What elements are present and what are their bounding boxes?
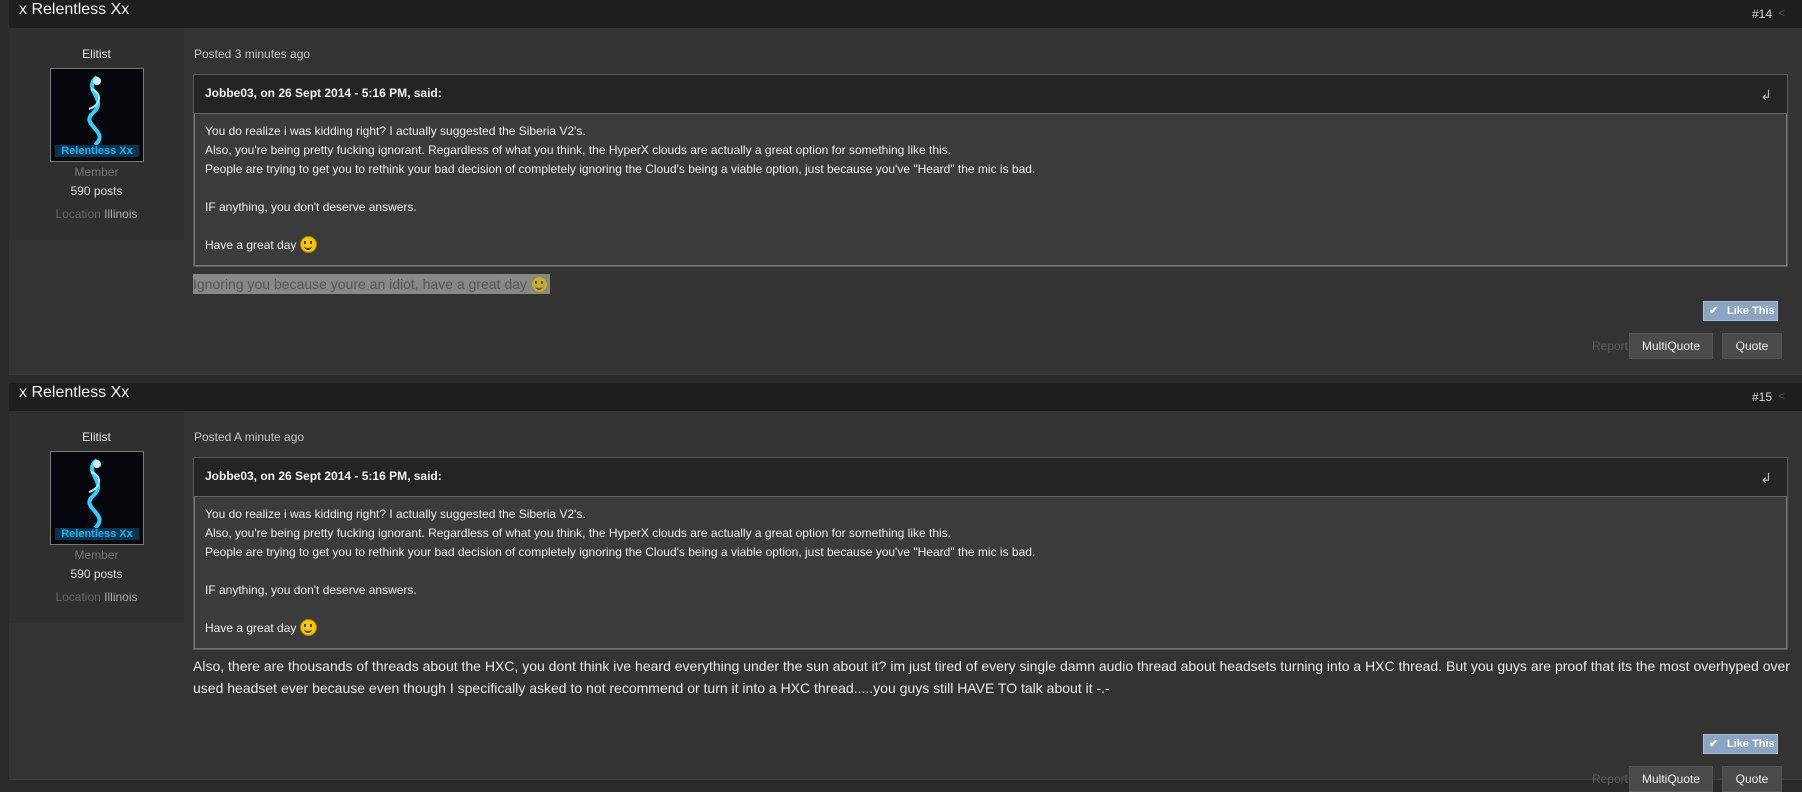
quote-text: You do realize i was kidding right? I ac… bbox=[205, 505, 1035, 638]
quote-line: IF anything, you don't deserve answers. bbox=[205, 583, 417, 597]
quote-arrow-icon[interactable]: ↲ bbox=[1760, 87, 1772, 104]
like-label: Like This bbox=[1727, 305, 1775, 317]
avatar-caption: Relentless Xx bbox=[55, 528, 139, 540]
quote-button[interactable]: Quote bbox=[1722, 333, 1782, 359]
quote-line bbox=[205, 600, 1035, 619]
quote-header: Jobbe03, on 26 Sept 2014 - 5:16 PM, said… bbox=[194, 458, 1787, 497]
author-name-link[interactable]: x Relentless Xx bbox=[19, 0, 129, 20]
post-header: x Relentless Xx #15 < bbox=[9, 383, 1802, 411]
like-label: Like This bbox=[1727, 738, 1775, 750]
share-icon[interactable]: < bbox=[1778, 6, 1790, 20]
quote-text: You do realize i was kidding right? I ac… bbox=[205, 122, 1035, 255]
post-count: 590 posts bbox=[70, 567, 123, 581]
author-info: Elitist Relentless Xx Member 590 posts L… bbox=[9, 28, 184, 240]
quote-line-text: Have a great day bbox=[205, 238, 297, 252]
quote-line-text: Have a great day bbox=[205, 621, 297, 635]
post-date: Posted 3 minutes ago bbox=[194, 47, 311, 61]
member-group: Member bbox=[74, 165, 119, 179]
quote-block: Jobbe03, on 26 Sept 2014 - 5:16 PM, said… bbox=[193, 457, 1788, 650]
quote-line bbox=[205, 179, 1035, 198]
multiquote-button[interactable]: MultiQuote bbox=[1629, 766, 1713, 792]
location-value: Illinois bbox=[104, 207, 138, 221]
member-group: Member bbox=[74, 548, 119, 562]
post-text: Also, there are thousands of threads abo… bbox=[193, 658, 1790, 696]
quote-line: Have a great day bbox=[205, 236, 1035, 255]
quote-line: People are trying to get you to rethink … bbox=[205, 545, 1036, 559]
quote-line: Also, you're being pretty fucking ignora… bbox=[205, 526, 952, 540]
quote-header: Jobbe03, on 26 Sept 2014 - 5:16 PM, said… bbox=[194, 75, 1787, 114]
quote-line bbox=[205, 562, 1035, 581]
quote-line: People are trying to get you to rethink … bbox=[205, 162, 1036, 176]
quote-citation: Jobbe03, on 26 Sept 2014 - 5:16 PM, said… bbox=[205, 86, 442, 100]
smiley-icon bbox=[300, 236, 318, 253]
multiquote-button[interactable]: MultiQuote bbox=[1629, 333, 1713, 359]
post-content: Ignoring you because youre an idiot, hav… bbox=[193, 274, 550, 294]
location-value: Illinois bbox=[104, 590, 138, 604]
location: Location Illinois bbox=[9, 590, 184, 604]
quote-button[interactable]: Quote bbox=[1722, 766, 1782, 792]
location-label: Location bbox=[55, 207, 101, 221]
report-link[interactable]: Report bbox=[1592, 772, 1628, 786]
post: x Relentless Xx #14 < Elitist Relentless… bbox=[9, 0, 1802, 375]
report-link[interactable]: Report bbox=[1592, 339, 1628, 353]
quote-line: Also, you're being pretty fucking ignora… bbox=[205, 143, 952, 157]
post: x Relentless Xx #15 < Elitist Relentless… bbox=[9, 383, 1802, 792]
quote-line: You do realize i was kidding right? I ac… bbox=[205, 507, 586, 521]
checkmark-icon: ✔ bbox=[1709, 305, 1719, 317]
author-rank: Elitist bbox=[82, 47, 111, 61]
quote-line: IF anything, you don't deserve answers. bbox=[205, 200, 417, 214]
quote-block: Jobbe03, on 26 Sept 2014 - 5:16 PM, said… bbox=[193, 74, 1788, 267]
author-name-link[interactable]: x Relentless Xx bbox=[19, 383, 129, 403]
avatar-caption: Relentless Xx bbox=[55, 145, 139, 157]
smiley-icon bbox=[300, 619, 318, 636]
avatar[interactable]: Relentless Xx bbox=[50, 451, 144, 545]
smiley-icon bbox=[530, 276, 548, 293]
author-rank: Elitist bbox=[82, 430, 111, 444]
post-text: Ignoring you because youre an idiot, hav… bbox=[193, 276, 527, 292]
post-count: 590 posts bbox=[70, 184, 123, 198]
quote-citation: Jobbe03, on 26 Sept 2014 - 5:16 PM, said… bbox=[205, 469, 442, 483]
quote-line: Have a great day bbox=[205, 619, 1035, 638]
quote-line: You do realize i was kidding right? I ac… bbox=[205, 124, 586, 138]
like-button[interactable]: ✔ Like This bbox=[1703, 734, 1778, 754]
location: Location Illinois bbox=[9, 207, 184, 221]
post-number-link[interactable]: #14 bbox=[1752, 7, 1772, 21]
checkmark-icon: ✔ bbox=[1709, 738, 1719, 750]
post-date: Posted A minute ago bbox=[194, 430, 305, 444]
quote-line bbox=[205, 217, 1035, 236]
avatar[interactable]: Relentless Xx bbox=[50, 68, 144, 162]
like-button[interactable]: ✔ Like This bbox=[1703, 301, 1778, 321]
author-info: Elitist Relentless Xx Member 590 posts L… bbox=[9, 411, 184, 623]
location-label: Location bbox=[55, 590, 101, 604]
post-number-link[interactable]: #15 bbox=[1752, 390, 1772, 404]
quote-arrow-icon[interactable]: ↲ bbox=[1760, 470, 1772, 487]
post-header: x Relentless Xx #14 < bbox=[9, 0, 1802, 28]
share-icon[interactable]: < bbox=[1778, 389, 1790, 403]
